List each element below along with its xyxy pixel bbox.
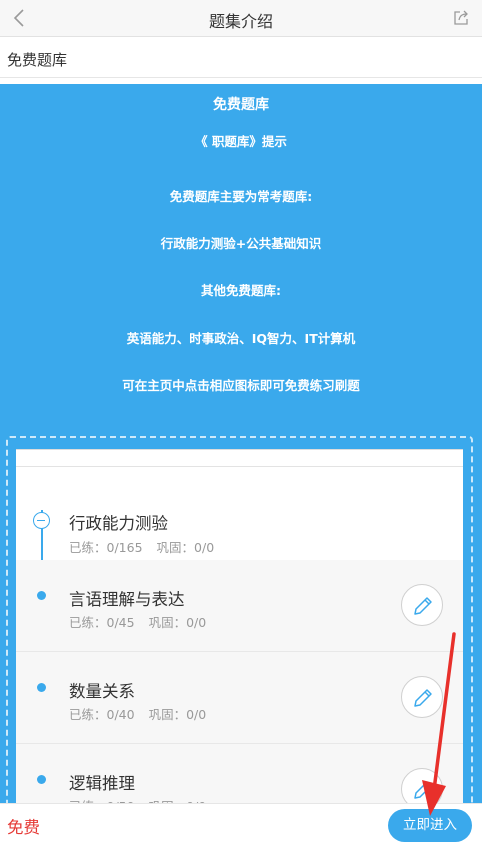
question-set-name: 免费题库 [7,51,68,69]
banner-line: 《 职题库》提示 [195,134,287,149]
chapter-stats: 已练：0/165 巩固：0/0 [69,537,214,556]
price-label: 免费 [7,818,40,837]
consolidated-count: 巩固：0/0 [156,540,215,555]
chapter-stats: 已练：0/40 巩固：0/0 [69,704,206,723]
chapter-item[interactable]: 数量关系 已练：0/40 巩固：0/0 [16,652,463,744]
practice-button[interactable] [401,584,443,626]
chapter-card: 行政能力测验 已练：0/165 巩固：0/0 言语理解与表达 已练：0/45 巩固：… [16,449,463,843]
chapter-name: 言语理解与表达 [69,590,185,609]
chapter-stats: 已练：0/45 巩固：0/0 [69,612,206,631]
banner-line: 其他免费题库: [201,283,281,298]
timeline-dot [37,775,46,784]
consolidated-count: 巩固：0/0 [148,615,207,630]
banner-title: 免费题库 [213,97,269,113]
chapter-name: 行政能力测验 [69,514,168,533]
consolidated-count: 巩固：0/0 [148,707,207,722]
chapter-item[interactable]: 言语理解与表达 已练：0/45 巩固：0/0 [16,560,463,652]
app: 题集介绍 免费题库 免费题库 《 职题库》提示 免费题库主要为常考题库: 行政能… [0,0,482,843]
practiced-count: 已练：0/40 [69,707,135,722]
question-set-header: 免费题库 [0,38,482,78]
pencil-icon [414,597,432,615]
banner-line: 英语能力、时事政治、IQ智力、IT计算机 [126,331,356,346]
share-icon [454,10,468,25]
chapter-name: 逻辑推理 [69,774,135,793]
banner-line: 可在主页中点击相应图标即可免费练习刷题 [122,378,360,393]
timeline-dot [37,591,46,600]
collapse-icon[interactable] [33,512,50,529]
nav-bar: 题集介绍 [0,0,482,37]
chapter-item-parent[interactable]: 行政能力测验 已练：0/165 巩固：0/0 [16,467,463,559]
practiced-count: 已练：0/45 [69,615,135,630]
bottom-bar: 免费 立即进入 [0,803,482,843]
share-button[interactable] [452,9,470,27]
banner-line: 免费题库主要为常考题库: [169,189,313,204]
page-title: 题集介绍 [208,12,273,31]
chapter-name: 数量关系 [69,682,135,701]
annotation-arrow-icon [422,632,456,816]
practiced-count: 已练：0/165 [69,540,143,555]
timeline-dot [37,683,46,692]
banner-line: 行政能力测验+公共基础知识 [160,236,322,251]
